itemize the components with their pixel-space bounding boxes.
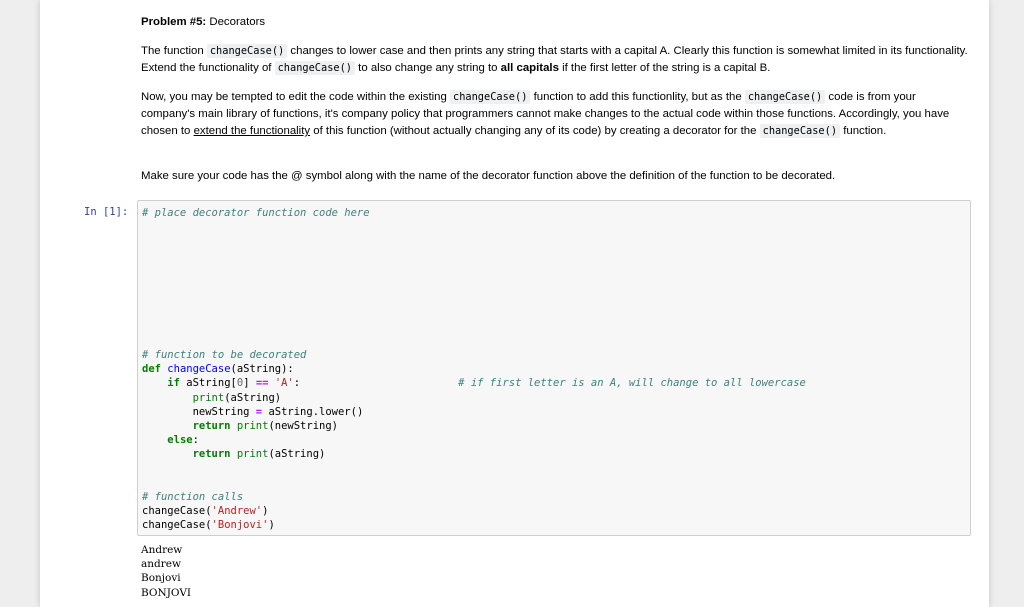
inline-code: changeCase() <box>274 61 356 75</box>
inline-code: changeCase() <box>744 90 826 104</box>
output-line: andrew <box>141 558 181 571</box>
code-line-comment-top: # place decorator function code here <box>142 207 370 219</box>
input-prompt: In [1]: <box>84 206 129 218</box>
output-line: Bonjovi <box>141 572 181 585</box>
inline-code: changeCase() <box>450 90 531 104</box>
markdown-paragraph-1: The function changeCase() changes to low… <box>141 44 968 75</box>
markdown-paragraph-3: Make sure your code has the @ symbol alo… <box>141 170 836 182</box>
code-cell-input[interactable]: # place decorator function code here # f… <box>137 200 971 536</box>
underlined-text: extend the functionality <box>193 125 311 137</box>
inline-code: changeCase() <box>206 44 288 58</box>
markdown-paragraph-2: Now, you may be tempted to edit the code… <box>141 90 950 138</box>
problem-heading: Problem #5: Decorators <box>141 14 971 31</box>
output-line: BONJOVI <box>141 586 192 599</box>
code-block-function: # function to be decorated def changeCas… <box>142 349 806 461</box>
heading-text: Decorators <box>206 16 266 28</box>
output-line: Andrew <box>141 544 183 556</box>
heading-bold: Problem #5: <box>141 16 207 28</box>
inline-code: changeCase() <box>759 124 841 138</box>
code-block-calls: # function calls changeCase('Andrew') ch… <box>142 491 275 532</box>
code-cell-output: Andrew andrew Bonjovi BONJOVI <box>141 543 191 600</box>
